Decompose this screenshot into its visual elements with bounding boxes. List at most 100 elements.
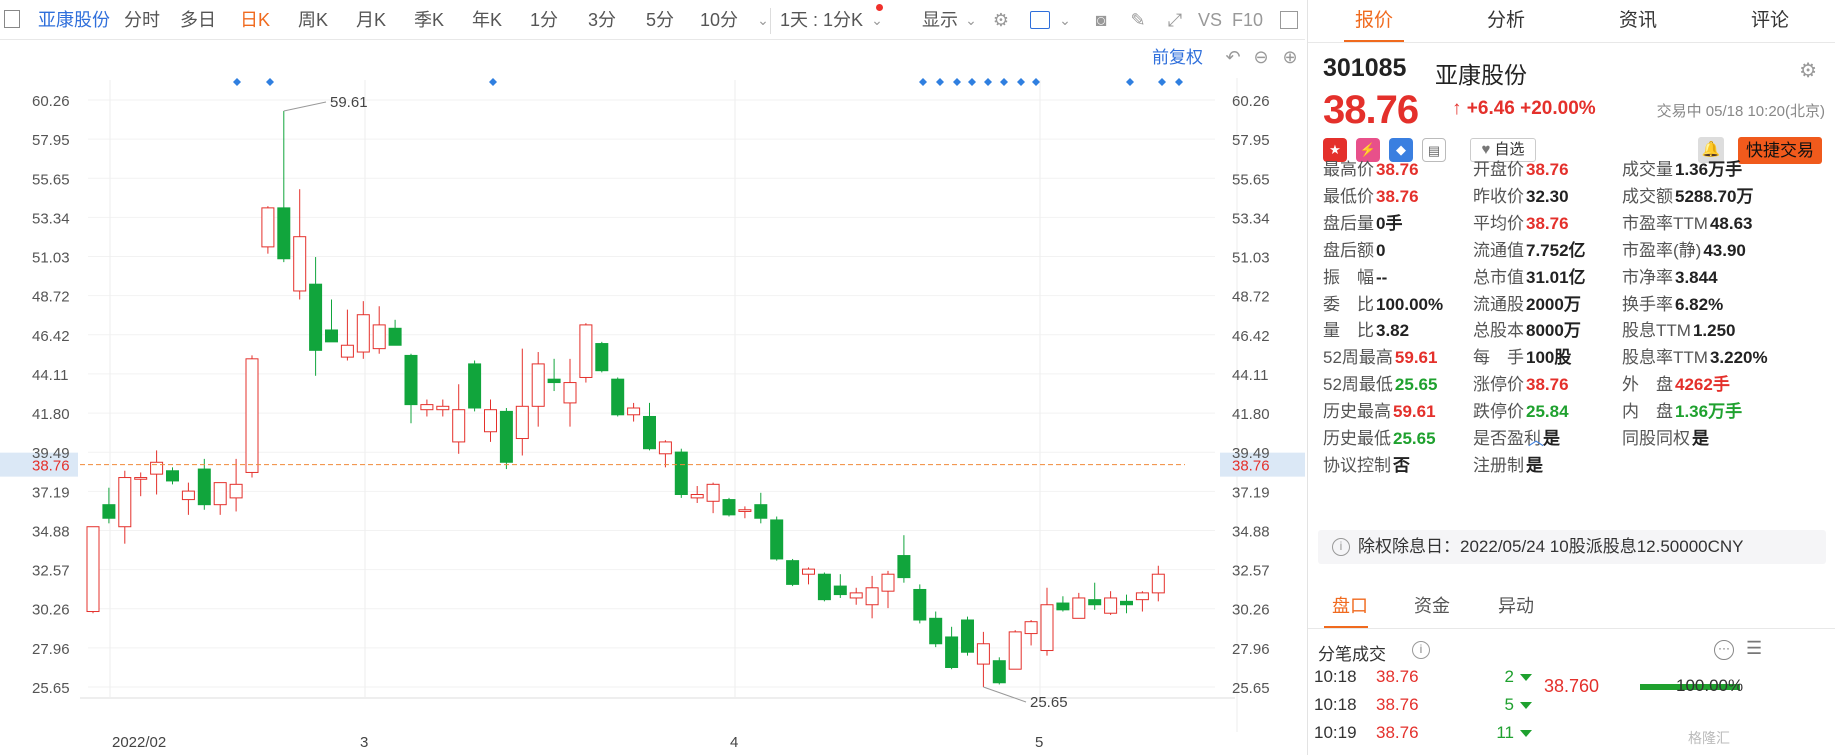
- stat-cell: 量 比 3.82: [1323, 316, 1409, 341]
- trade-time: 10:18: [1314, 695, 1357, 714]
- stat-cell: 总市值 31.01亿: [1473, 263, 1586, 288]
- stat-cell: 每 手 100股: [1473, 343, 1571, 368]
- y-tick-label-left: 39.49: [32, 445, 70, 462]
- x-tick-label: 2022/02: [112, 734, 166, 751]
- candle-up: [1072, 597, 1086, 619]
- event-marker: [1158, 78, 1166, 86]
- y-tick-label-left: 57.95: [32, 132, 70, 149]
- trade-price: 38.76: [1376, 723, 1419, 742]
- y-tick-label-left: 48.72: [32, 289, 70, 306]
- tab-quote[interactable]: 报价: [1308, 0, 1440, 42]
- bookmark-icon[interactable]: ▤: [1422, 138, 1446, 162]
- candle-down: [722, 499, 736, 516]
- y-tick-label-right: 53.34: [1232, 210, 1270, 227]
- stat-cell: 流通股 2000万: [1473, 290, 1581, 315]
- candle-down: [404, 354, 418, 406]
- stat-cell: 同股同权是: [1622, 424, 1709, 449]
- stat-cell: 历史最低 25.65: [1323, 424, 1436, 449]
- candle-up: [181, 490, 195, 501]
- tab-analysis[interactable]: 分析: [1440, 0, 1572, 42]
- event-marker: [1032, 78, 1040, 86]
- y-tick-label-left: 27.96: [32, 641, 70, 658]
- y-tick-label-left: 60.26: [32, 93, 70, 110]
- x-axis: 2022/02 3 4 5: [112, 734, 1043, 751]
- event-marker: [489, 78, 497, 86]
- gear-icon[interactable]: ⚙: [1799, 58, 1817, 83]
- tab-news[interactable]: 资讯: [1572, 0, 1704, 42]
- stat-cell: 盘后额 0: [1323, 236, 1385, 261]
- stat-value: 2000万: [1526, 294, 1581, 314]
- stat-label: 市盈率TTM: [1622, 213, 1708, 233]
- trade-status: 交易中 05/18 10:20(北京): [1656, 103, 1825, 120]
- stat-cell: 市盈率TTM 48.63: [1622, 209, 1752, 234]
- candle-up: [134, 477, 148, 480]
- stat-label: 总市值: [1473, 267, 1524, 287]
- stat-label: 流通值: [1473, 240, 1524, 260]
- candle-up: [690, 493, 704, 499]
- stat-label: 盘后量: [1323, 213, 1374, 233]
- stat-label: 股息率TTM: [1622, 348, 1708, 368]
- candle-up: [563, 382, 577, 404]
- y-tick-label-right: 39.49: [1232, 445, 1270, 462]
- stock-name: 亚康股份: [1435, 62, 1527, 88]
- tab-orderbook[interactable]: 盘口: [1332, 592, 1368, 618]
- dist-percent: 100.00%: [1676, 676, 1744, 695]
- tab-funds[interactable]: 资金: [1414, 592, 1450, 618]
- stat-label: 开盘价: [1473, 160, 1524, 179]
- collapse-chevron-icon[interactable]: ︿: [1528, 426, 1544, 450]
- stat-value: 100.00%: [1376, 294, 1444, 314]
- y-tick-label-right: 44.11: [1232, 367, 1268, 384]
- x-tick-label: 4: [730, 734, 738, 751]
- stat-cell: 开盘价 38.76: [1473, 155, 1569, 180]
- stat-label: 换手率: [1622, 294, 1673, 314]
- candle-up: [261, 207, 275, 248]
- stat-value: 1.36万手: [1675, 402, 1743, 422]
- candle-up: [802, 568, 815, 575]
- more-icon[interactable]: ···: [1714, 640, 1734, 660]
- stat-cell: 跌停价 25.84: [1473, 397, 1569, 422]
- tab-divider: [1308, 42, 1835, 43]
- candle-down: [388, 327, 402, 346]
- quick-trade-button[interactable]: 快捷交易: [1738, 137, 1822, 164]
- kline-chart[interactable]: 38.76 38.76 60.26 60.26 57.95 57.95 55.65 55.6…: [0, 0, 1305, 755]
- candle-up: [1008, 631, 1022, 670]
- candle-up: [515, 405, 529, 440]
- stat-label: 市盈率(静): [1622, 240, 1702, 260]
- stat-cell: 52周最高 59.61: [1323, 343, 1437, 368]
- candle-down: [499, 410, 513, 463]
- stat-value: 25.65: [1394, 375, 1438, 395]
- stat-cell: 历史最高 59.61: [1323, 397, 1436, 422]
- list-view-icon[interactable]: ☰: [1746, 638, 1762, 659]
- stat-label: 外 盘: [1622, 375, 1673, 395]
- candle-down: [833, 585, 847, 596]
- last-price: 38.76: [1323, 88, 1419, 132]
- stat-cell: 换手率 6.82%: [1622, 290, 1723, 315]
- candle-up: [372, 324, 386, 350]
- current-price-line: 38.76 38.76: [0, 452, 1305, 477]
- trade-volume: 5: [1504, 695, 1514, 714]
- stat-label: 盘后额: [1323, 240, 1374, 260]
- candle-down: [325, 329, 338, 343]
- info-icon[interactable]: i: [1412, 641, 1430, 659]
- y-tick-label-left: 44.11: [32, 367, 68, 384]
- stat-label: 振 幅: [1323, 267, 1374, 287]
- y-tick-label-right: 48.72: [1232, 289, 1270, 306]
- stat-value: 48.63: [1709, 213, 1753, 233]
- tab-movements[interactable]: 异动: [1498, 592, 1534, 618]
- stat-value: 3.220%: [1709, 348, 1768, 368]
- stat-label: 市净率: [1622, 267, 1673, 287]
- event-marker: [1126, 78, 1134, 86]
- high-label: 59.61: [330, 94, 368, 111]
- candle-up: [976, 643, 990, 665]
- candle-up: [245, 358, 259, 473]
- tab-comments[interactable]: 评论: [1704, 0, 1835, 42]
- down-arrow-icon: [1520, 674, 1532, 681]
- stat-label: 流通股: [1473, 294, 1524, 314]
- stat-cell: 股息率TTM 3.220%: [1622, 343, 1768, 368]
- candle-down: [1056, 602, 1070, 611]
- y-tick-label-right: 55.65: [1232, 171, 1270, 188]
- down-arrow-icon: [1520, 702, 1532, 709]
- stat-cell: 平均价 38.76: [1473, 209, 1569, 234]
- down-arrow-icon: [1520, 730, 1532, 737]
- stat-label: 跌停价: [1473, 402, 1524, 422]
